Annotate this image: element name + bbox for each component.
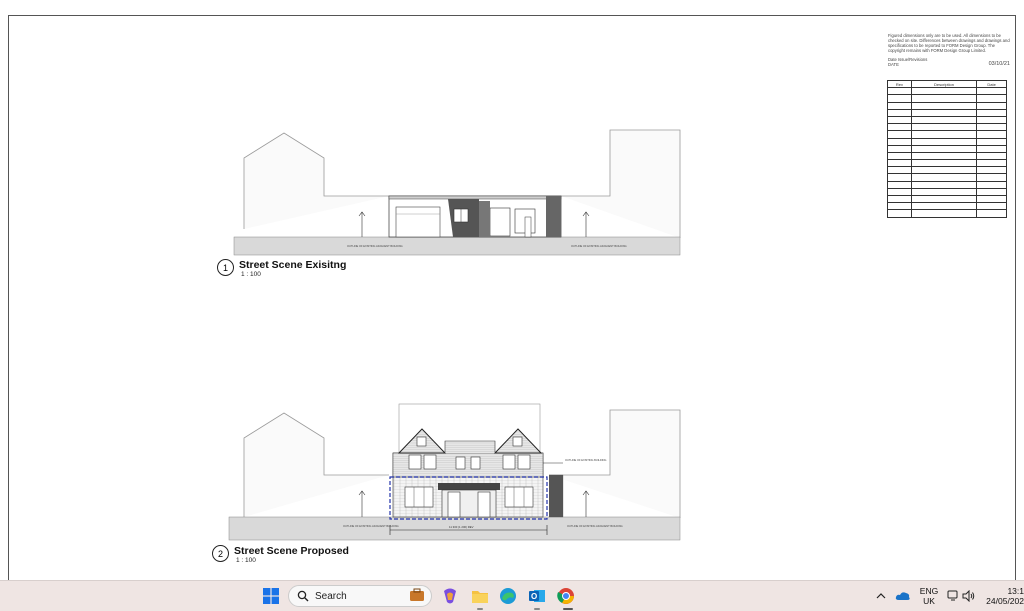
notes-text: Figured dimensions only are to be used. … [888, 33, 1010, 53]
view-title-existing: 1 Street Scene Exisitng 1 : 100 [217, 259, 346, 278]
rev-header: Rev [887, 79, 912, 89]
table-row [887, 173, 1007, 182]
table-row [887, 144, 1007, 153]
drawing-sheet: OUTLINE OF EXISTING ADJACENT BUILDING OU… [8, 15, 1016, 580]
table-row [887, 115, 1007, 125]
existing-building-outline-note: OUTLINE OF EXISTING BUILDING [565, 458, 606, 462]
clock-time: 13:1 [1007, 586, 1024, 596]
language-text: ENG [919, 586, 939, 596]
copilot-app-icon[interactable] [440, 586, 460, 606]
date-header: Date [976, 79, 1007, 89]
clock[interactable]: 13:1 24/05/202 [982, 586, 1024, 606]
elevation-drawings: OUTLINE OF EXISTING ADJACENT BUILDING OU… [228, 129, 681, 541]
table-row [887, 137, 1007, 146]
table-row [887, 209, 1007, 218]
onedrive-cloud-icon[interactable] [894, 588, 912, 604]
proposed-street-scene: 11 300 (1 200) REV OUTLINE OF EXISTING B… [228, 403, 681, 541]
right-adjacent-building-outline [549, 409, 681, 518]
chrome-browser-icon[interactable] [556, 586, 576, 606]
file-explorer-icon[interactable] [470, 586, 490, 606]
existing-left-outline-note: OUTLINE OF EXISTING ADJACENT BUILDING [347, 244, 403, 248]
table-row [887, 87, 1007, 96]
revision-header-row: Rev Description Date [887, 79, 1007, 89]
revision-table: Rev Description Date [887, 79, 1007, 218]
view-title-proposed: 2 Street Scene Proposed 1 : 100 [212, 545, 349, 564]
briefcase-icon [409, 588, 425, 605]
start-button[interactable] [262, 587, 280, 605]
outlook-icon[interactable]: O [527, 586, 547, 606]
view-title: Street Scene Proposed [234, 545, 349, 557]
taskbar: Search O ENG UK 13:1 24/05/202 [0, 580, 1024, 611]
search-placeholder: Search [315, 590, 347, 602]
date-label: DATE [888, 62, 899, 67]
view-scale: 1 : 100 [236, 557, 256, 564]
description-header: Description [910, 79, 978, 89]
table-row [887, 151, 1007, 161]
date-value: 03/10/21 [988, 61, 1010, 67]
region-text: UK [923, 596, 935, 606]
existing-street-scene: OUTLINE OF EXISTING ADJACENT BUILDING OU… [233, 129, 681, 256]
input-language-indicator[interactable]: ENG UK [916, 586, 942, 606]
search-icon [297, 590, 309, 602]
clock-date: 24/05/202 [986, 596, 1024, 606]
table-row [887, 194, 1007, 204]
proposed-right-outline-note: OUTLINE OF EXISTING ADJACENT BUILDING [567, 524, 623, 528]
drawing-notes: Figured dimensions only are to be used. … [888, 33, 1010, 67]
svg-text:O: O [531, 592, 537, 601]
table-row [887, 166, 1007, 175]
proposed-left-outline-note: OUTLINE OF EXISTING ADJACENT BUILDING [343, 524, 399, 528]
dimension-label: 11 300 (1 200) REV [449, 525, 474, 529]
show-hidden-icons-chevron-icon[interactable] [874, 589, 888, 603]
table-row [887, 180, 1007, 189]
table-row [887, 130, 1007, 139]
right-adjacent-building-outline [561, 129, 681, 238]
table-row [887, 123, 1007, 132]
left-adjacent-building-outline [243, 412, 389, 517]
table-row [887, 159, 1007, 168]
volume-icon[interactable] [961, 589, 975, 603]
table-row [887, 187, 1007, 197]
taskbar-search-box[interactable]: Search [288, 585, 432, 607]
table-row [887, 101, 1007, 110]
edge-browser-icon[interactable] [498, 586, 518, 606]
table-row [887, 94, 1007, 103]
windows-logo-icon [263, 588, 279, 604]
existing-right-outline-note: OUTLINE OF EXISTING ADJACENT BUILDING [571, 244, 627, 248]
network-icon[interactable] [946, 589, 960, 603]
table-row [887, 108, 1007, 117]
view-scale: 1 : 100 [241, 271, 261, 278]
view-number-badge: 2 [212, 545, 229, 562]
table-row [887, 202, 1007, 211]
view-title: Street Scene Exisitng [239, 259, 347, 271]
view-number-badge: 1 [217, 259, 234, 276]
left-adjacent-building-outline [243, 132, 389, 229]
